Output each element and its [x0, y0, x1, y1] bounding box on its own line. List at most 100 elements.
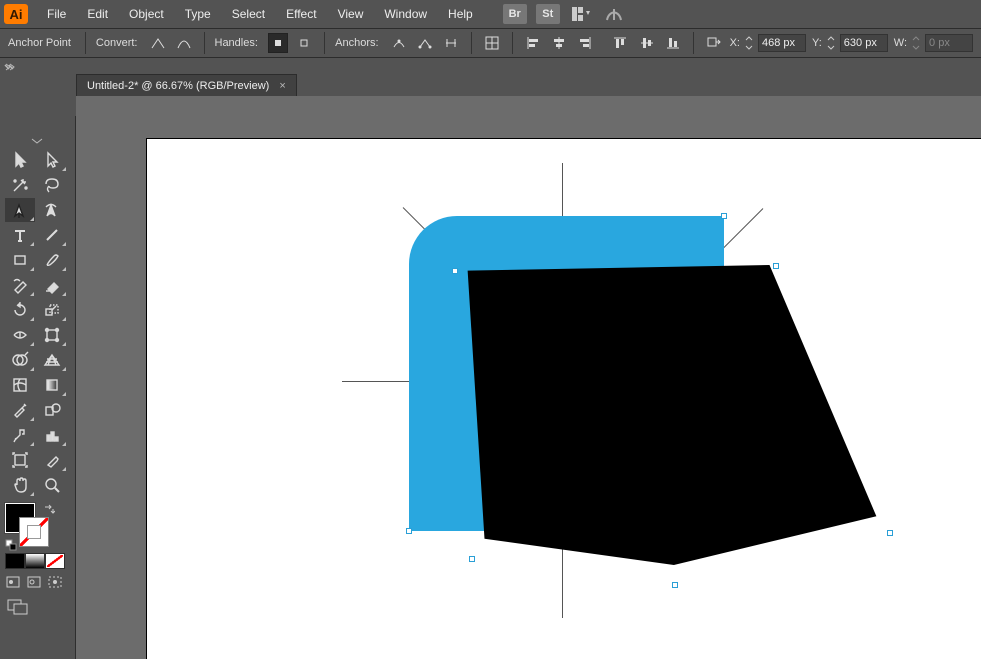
menu-object[interactable]: Object [119, 2, 174, 26]
symbol-sprayer-tool[interactable] [5, 423, 35, 447]
align-right-button[interactable] [575, 33, 595, 53]
mesh-tool[interactable] [5, 373, 35, 397]
draw-behind-icon[interactable] [26, 575, 44, 589]
w-input [925, 34, 973, 52]
convert-label: Convert: [96, 37, 142, 49]
hand-tool[interactable] [5, 473, 35, 497]
curvature-tool[interactable] [37, 198, 67, 222]
canvas[interactable] [76, 96, 981, 659]
fill-stroke-swatch[interactable] [5, 503, 61, 551]
selection-handle[interactable] [887, 530, 893, 536]
selection-handle[interactable] [672, 582, 678, 588]
scale-tool[interactable] [37, 298, 67, 322]
document-tab-title: Untitled-2* @ 66.67% (RGB/Preview) [87, 80, 269, 92]
artboard-tool[interactable] [5, 448, 35, 472]
eyedropper-tool[interactable] [5, 398, 35, 422]
align-hcenter-button[interactable] [549, 33, 569, 53]
y-coord-group: Y: [812, 34, 888, 52]
pen-tool[interactable] [5, 198, 35, 222]
w-label: W: [894, 37, 907, 49]
panel-collapse-icon[interactable] [2, 60, 16, 74]
eraser-tool[interactable] [37, 273, 67, 297]
shaper-tool[interactable] [5, 273, 35, 297]
transform-panel-icon[interactable] [704, 33, 724, 53]
selection-handle[interactable] [452, 268, 458, 274]
bridge-icon[interactable]: Br [503, 4, 527, 24]
convert-smooth-button[interactable] [174, 33, 194, 53]
anchors-label: Anchors: [335, 37, 382, 49]
color-mode-row [5, 553, 67, 569]
gpu-preview-icon[interactable] [602, 4, 626, 24]
color-mode-none[interactable] [45, 553, 65, 569]
menu-type[interactable]: Type [175, 2, 221, 26]
convert-corner-button[interactable] [147, 33, 167, 53]
x-stepper-icon[interactable] [743, 35, 755, 51]
align-left-button[interactable] [523, 33, 543, 53]
align-vcenter-button[interactable] [637, 33, 657, 53]
lasso-tool[interactable] [37, 173, 67, 197]
slice-tool[interactable] [37, 448, 67, 472]
menu-help[interactable]: Help [438, 2, 483, 26]
y-input[interactable] [840, 34, 888, 52]
swap-fill-stroke-icon[interactable] [43, 503, 55, 515]
document-tab[interactable]: Untitled-2* @ 66.67% (RGB/Preview) × [76, 74, 297, 96]
tool-panel-collapse-icon[interactable] [30, 134, 44, 148]
type-tool[interactable] [5, 223, 35, 247]
menu-view[interactable]: View [328, 2, 374, 26]
mode-label: Anchor Point [8, 37, 75, 49]
blend-tool[interactable] [37, 398, 67, 422]
black-pentagon[interactable] [454, 265, 890, 565]
line-segment-tool[interactable] [37, 223, 67, 247]
draw-normal-icon[interactable] [5, 575, 23, 589]
stroke-swatch[interactable] [19, 517, 49, 547]
rotate-tool[interactable] [5, 298, 35, 322]
isolate-button[interactable] [482, 33, 502, 53]
w-stepper-icon[interactable] [910, 35, 922, 51]
zoom-tool[interactable] [37, 473, 67, 497]
anchors-remove-button[interactable] [389, 33, 409, 53]
draw-mode-row [5, 575, 67, 589]
free-transform-tool[interactable] [37, 323, 67, 347]
anchors-cut-button[interactable] [441, 33, 461, 53]
menu-file[interactable]: File [37, 2, 76, 26]
menu-effect[interactable]: Effect [276, 2, 326, 26]
width-tool[interactable] [5, 323, 35, 347]
screen-mode-icon[interactable] [5, 597, 31, 617]
arrange-documents-icon[interactable] [569, 4, 593, 24]
y-stepper-icon[interactable] [825, 35, 837, 51]
menu-window[interactable]: Window [374, 2, 437, 26]
color-mode-gradient[interactable] [25, 553, 45, 569]
perspective-grid-tool[interactable] [37, 348, 67, 372]
menu-bar: Ai File Edit Object Type Select Effect V… [0, 0, 981, 28]
selection-handle[interactable] [406, 528, 412, 534]
paintbrush-tool[interactable] [37, 248, 67, 272]
w-coord-group: W: [894, 34, 973, 52]
column-graph-tool[interactable] [37, 423, 67, 447]
gradient-tool[interactable] [37, 373, 67, 397]
tab-close-icon[interactable]: × [279, 80, 285, 92]
x-label: X: [730, 37, 740, 49]
default-fill-stroke-icon[interactable] [5, 539, 17, 551]
menu-edit[interactable]: Edit [77, 2, 118, 26]
selection-tool[interactable] [5, 148, 35, 172]
handles-hide-button[interactable] [294, 33, 314, 53]
shape-builder-tool[interactable] [5, 348, 35, 372]
selection-handle[interactable] [469, 556, 475, 562]
color-mode-solid[interactable] [5, 553, 25, 569]
control-bar: Anchor Point Convert: Handles: Anchors: … [0, 28, 981, 58]
menu-select[interactable]: Select [222, 2, 275, 26]
align-bottom-button[interactable] [663, 33, 683, 53]
rectangle-tool[interactable] [5, 248, 35, 272]
draw-inside-icon[interactable] [47, 575, 65, 589]
tool-panel [0, 116, 76, 659]
x-input[interactable] [758, 34, 806, 52]
selection-handle[interactable] [721, 213, 727, 219]
magic-wand-tool[interactable] [5, 173, 35, 197]
selection-handle[interactable] [773, 263, 779, 269]
anchors-connect-button[interactable] [415, 33, 435, 53]
align-top-button[interactable] [610, 33, 630, 53]
handles-show-button[interactable] [268, 33, 288, 53]
stock-icon[interactable]: St [536, 4, 560, 24]
direct-selection-tool[interactable] [37, 148, 67, 172]
app-logo: Ai [4, 4, 28, 24]
